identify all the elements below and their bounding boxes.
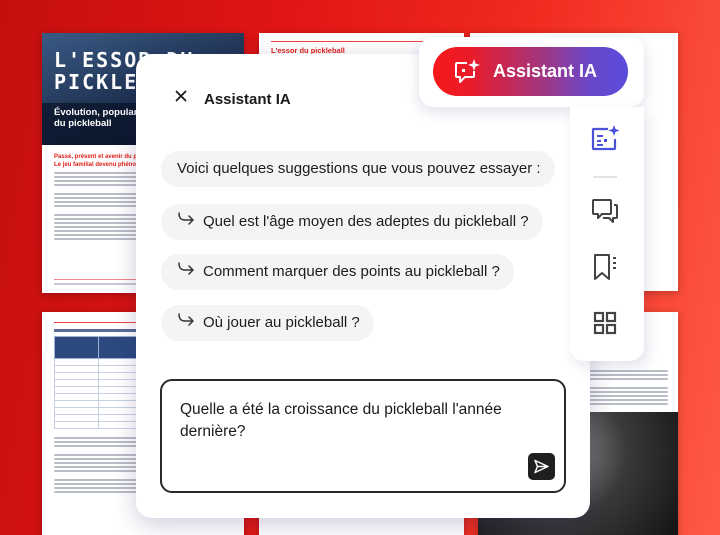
suggestion-label: Comment marquer des points au pickleball… — [203, 263, 500, 280]
comments-icon — [592, 199, 618, 223]
assistant-ia-label: Assistant IA — [493, 61, 598, 81]
assistant-panel: Assistant IA Voici quelques suggestions … — [136, 54, 590, 518]
assistant-toolbar: Assistant IA — [419, 37, 644, 107]
panel-title: Assistant IA — [204, 91, 291, 108]
rail-thumbnails-button[interactable] — [590, 308, 620, 338]
close-button[interactable] — [173, 90, 189, 106]
rail-ai-summary-button[interactable] — [590, 124, 620, 154]
rail-comments-button[interactable] — [590, 196, 620, 226]
suggestion-chip[interactable]: Comment marquer des points au pickleball… — [161, 254, 514, 290]
side-rail — [570, 107, 644, 361]
close-icon — [175, 90, 187, 102]
arrow-return-right-icon — [177, 254, 195, 290]
suggestion-label: Quel est l'âge moyen des adeptes du pick… — [203, 213, 529, 230]
send-icon — [534, 459, 549, 474]
intro-message: Voici quelques suggestions que vous pouv… — [161, 151, 555, 187]
suggestion-label: Où jouer au pickleball ? — [203, 314, 360, 331]
arrow-return-right-icon — [177, 305, 195, 341]
prompt-text: Quelle a été la croissance du pickleball… — [180, 401, 502, 440]
grid-icon — [593, 311, 617, 335]
assistant-ia-button[interactable]: Assistant IA — [433, 47, 628, 96]
suggestion-chip[interactable]: Où jouer au pickleball ? — [161, 305, 374, 341]
rail-bookmarks-button[interactable] — [590, 252, 620, 282]
send-button[interactable] — [528, 453, 555, 480]
ai-document-sparkle-icon — [591, 125, 620, 151]
bookmark-list-icon — [594, 254, 616, 280]
rail-divider — [593, 176, 617, 178]
suggestion-chip[interactable]: Quel est l'âge moyen des adeptes du pick… — [161, 204, 543, 240]
arrow-return-right-icon — [177, 204, 195, 240]
ai-chat-sparkle-icon — [455, 58, 480, 83]
prompt-input[interactable]: Quelle a été la croissance du pickleball… — [160, 379, 566, 493]
